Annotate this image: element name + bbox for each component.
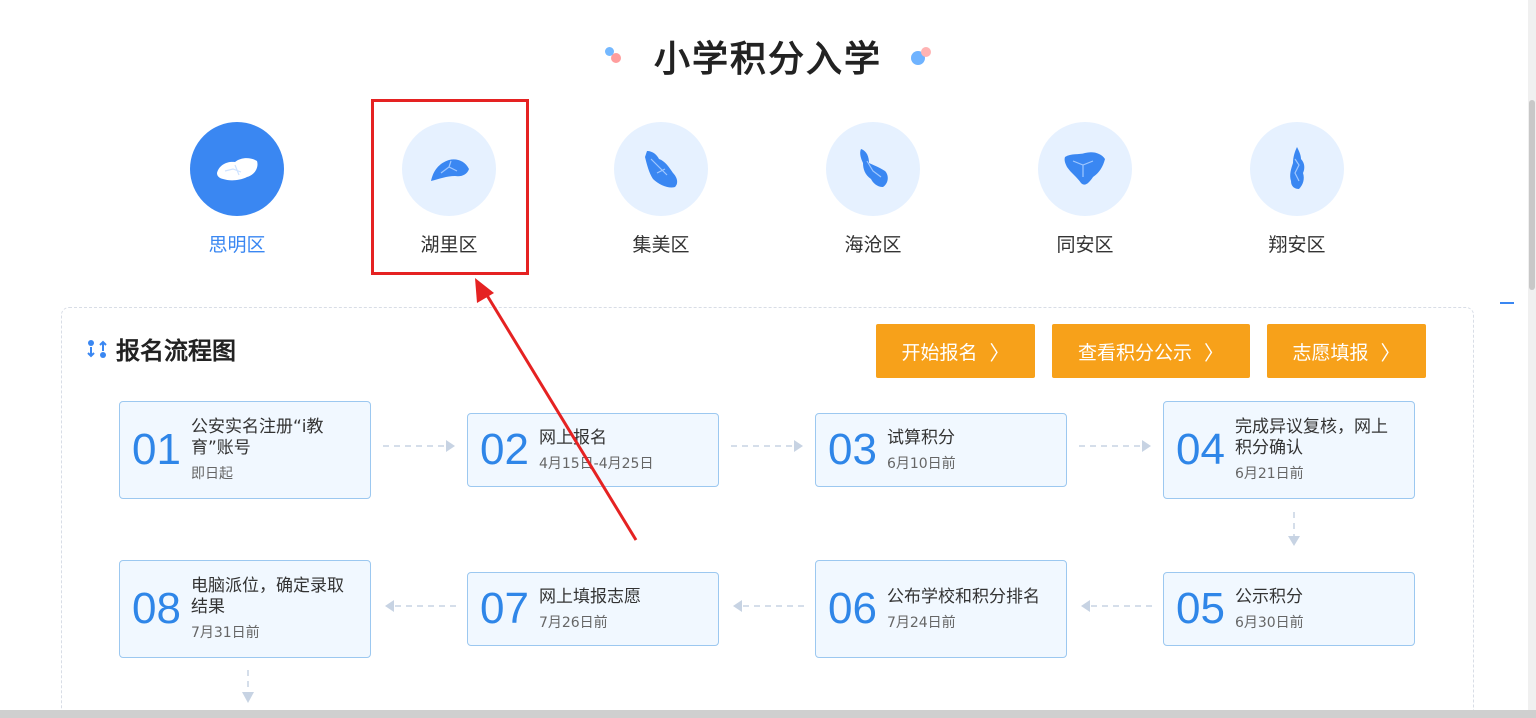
step-card-07: 07 网上填报志愿 7月26日前 — [467, 572, 719, 646]
step-card-01: 01 公安实名注册“i教育”账号 即日起 — [119, 401, 371, 499]
step-name: 公示积分 — [1234, 586, 1303, 607]
district-tab-jimei[interactable]: 集美区 — [555, 122, 767, 257]
step-number: 04 — [1176, 425, 1225, 474]
tongan-map-icon — [1064, 152, 1105, 185]
step-card-03: 03 试算积分 6月10日前 — [815, 413, 1067, 487]
step-name: 试算积分 — [886, 427, 955, 448]
step-name: 完成异议复核，网上积分确认 — [1234, 417, 1388, 458]
scrollbar-thumb[interactable] — [1529, 100, 1535, 290]
highlight-box — [371, 99, 529, 275]
district-tab-siming[interactable]: 思明区 — [131, 122, 343, 257]
district-label: 思明区 — [208, 234, 266, 256]
step-number: 06 — [828, 584, 877, 633]
panel-title-row: 报名流程图 — [86, 331, 236, 366]
district-circle — [1250, 122, 1344, 216]
step-date: 4月15日-4月25日 — [538, 455, 654, 472]
xiangan-map-icon — [1290, 147, 1305, 189]
step-name: 网上填报志愿 — [538, 586, 641, 607]
district-label: 同安区 — [1056, 234, 1114, 256]
step-name: 公布学校和积分排名 — [886, 586, 1040, 607]
district-circle — [826, 122, 920, 216]
decor-dots-icon — [909, 45, 935, 67]
view-scores-button[interactable]: 查看积分公示 〉 — [1052, 324, 1250, 378]
step-name: 电脑派位，确定录取结果 — [190, 576, 344, 617]
step-number: 02 — [480, 425, 529, 474]
jimei-map-icon — [645, 151, 678, 188]
step-card-02: 02 网上报名 4月15日-4月25日 — [467, 413, 719, 487]
district-label: 海沧区 — [844, 234, 902, 256]
page-title: 小学积分入学 — [653, 39, 882, 80]
district-tab-tongan[interactable]: 同安区 — [979, 122, 1191, 257]
step-date: 6月21日前 — [1234, 466, 1304, 482]
step-name: 网上报名 — [538, 427, 607, 448]
decor-dots-icon — [601, 45, 627, 67]
chevron-right-icon: 〉 — [1204, 340, 1224, 365]
start-registration-button[interactable]: 开始报名 〉 — [876, 324, 1035, 378]
step-date: 7月31日前 — [190, 625, 260, 641]
step-number: 01 — [132, 425, 181, 474]
step-number: 03 — [828, 425, 877, 474]
chevron-right-icon: 〉 — [989, 340, 1010, 365]
button-label: 开始报名 — [901, 341, 978, 364]
district-circle — [190, 122, 284, 216]
flow-chart-icon — [86, 338, 108, 360]
page-title-row: 小学积分入学 — [0, 30, 1536, 82]
district-tab-haicang[interactable]: 海沧区 — [767, 122, 979, 257]
step-card-05: 05 公示积分 6月30日前 — [1163, 572, 1415, 646]
step-date: 6月30日前 — [1234, 614, 1304, 631]
step-number: 05 — [1176, 584, 1225, 633]
chevron-right-icon: 〉 — [1380, 340, 1401, 365]
step-card-04: 04 完成异议复核，网上积分确认 6月21日前 — [1163, 401, 1415, 499]
district-circle — [614, 122, 708, 216]
vertical-scrollbar[interactable] — [1528, 0, 1536, 718]
district-label: 集美区 — [632, 234, 690, 256]
step-date: 6月10日前 — [886, 455, 956, 472]
step-date: 7月24日前 — [886, 614, 956, 631]
district-tab-xiangan[interactable]: 翔安区 — [1191, 122, 1403, 257]
haicang-map-icon — [860, 149, 888, 187]
district-label: 翔安区 — [1268, 234, 1326, 256]
step-date: 即日起 — [190, 466, 233, 482]
step-name: 公安实名注册“i教育”账号 — [190, 417, 324, 458]
preference-button[interactable]: 志愿填报 〉 — [1267, 324, 1426, 378]
district-circle — [1038, 122, 1132, 216]
district-selector: 思明区 湖里区 集美区 海沧区 同安区 翔安区 — [131, 122, 1403, 262]
step-number: 07 — [480, 584, 529, 633]
panel-title: 报名流程图 — [116, 337, 236, 365]
siming-map-icon — [217, 158, 258, 181]
button-label: 志愿填报 — [1292, 341, 1369, 364]
horizontal-scrollbar[interactable] — [0, 710, 1536, 718]
button-label: 查看积分公示 — [1077, 341, 1192, 364]
step-number: 08 — [132, 584, 181, 633]
step-card-08: 08 电脑派位，确定录取结果 7月31日前 — [119, 560, 371, 658]
side-indicator — [1500, 302, 1514, 304]
step-date: 7月26日前 — [538, 614, 608, 631]
step-card-06: 06 公布学校和积分排名 7月24日前 — [815, 560, 1067, 658]
